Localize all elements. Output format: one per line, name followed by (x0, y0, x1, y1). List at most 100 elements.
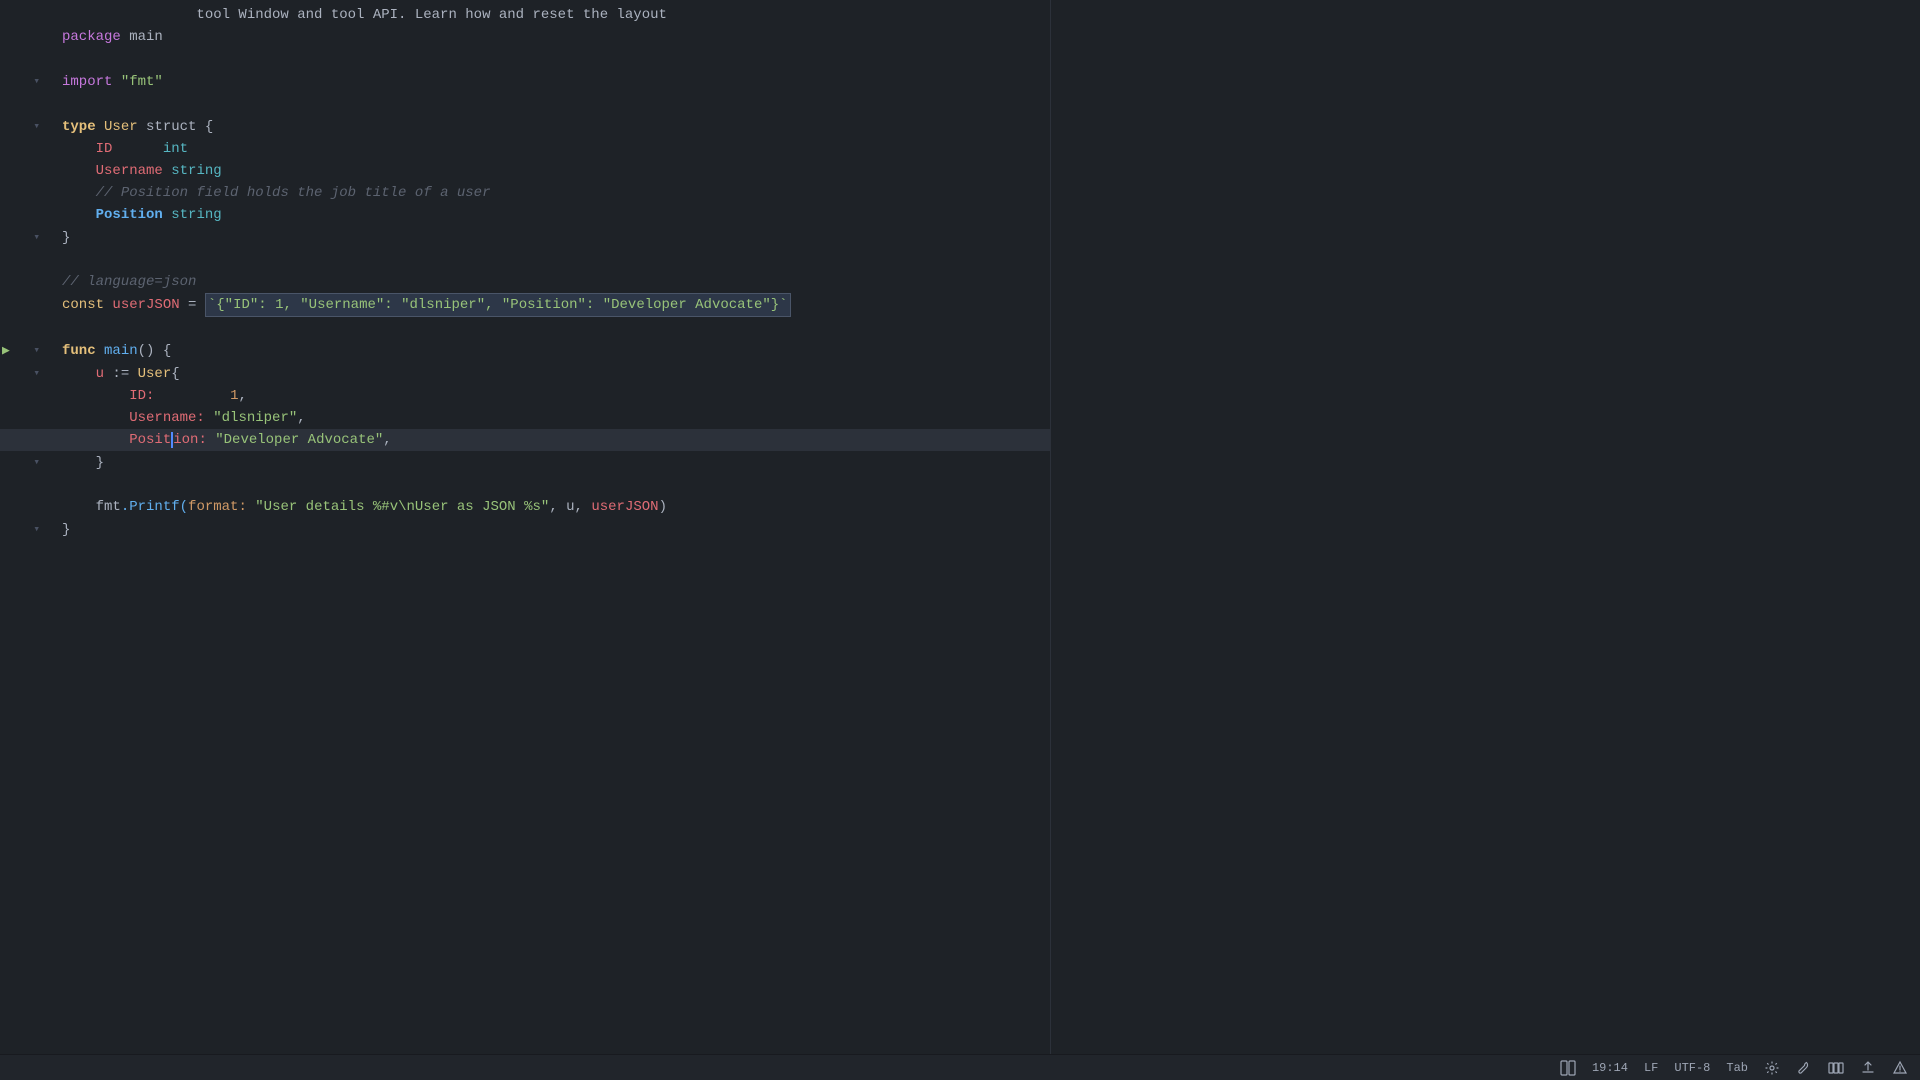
status-warning[interactable] (1892, 1060, 1908, 1076)
line-row (0, 249, 1050, 271)
code-token (205, 407, 213, 429)
settings-icon (1764, 1060, 1780, 1076)
fold-icon (33, 339, 40, 362)
line-content: } (50, 226, 70, 249)
right-panel (1050, 0, 1920, 1054)
line-row: package main (0, 26, 1050, 48)
code-token: struct { (138, 116, 214, 138)
code-token: "User details %#v\nUser as JSON %s" (255, 496, 549, 518)
line-row: Username: "dlsniper", (0, 407, 1050, 429)
line-content: package main (50, 26, 163, 48)
wrench-icon (1796, 1060, 1812, 1076)
encoding-text: UTF-8 (1674, 1061, 1710, 1075)
code-token (96, 116, 104, 138)
line-content (50, 93, 70, 115)
line-content: ID: 1, (50, 385, 247, 407)
line-ending[interactable]: LF (1644, 1061, 1658, 1075)
status-layout-icon[interactable] (1560, 1060, 1576, 1076)
code-token: ID (96, 138, 113, 160)
code-token (62, 407, 129, 429)
fold-icon (33, 70, 40, 93)
code-token: u (96, 363, 104, 385)
status-settings[interactable] (1764, 1060, 1780, 1076)
line-row (0, 93, 1050, 115)
status-upload[interactable] (1860, 1060, 1876, 1076)
code-token: = (180, 294, 205, 316)
code-token: format: (188, 496, 247, 518)
line-content (50, 474, 70, 496)
code-token: fmt (96, 496, 121, 518)
code-token: type (62, 116, 96, 138)
code-token (62, 204, 96, 226)
code-token (62, 138, 96, 160)
line-number (0, 496, 50, 518)
run-icon[interactable]: ▶ (2, 340, 10, 362)
code-token: } (62, 227, 70, 249)
indent-text: Tab (1726, 1061, 1748, 1075)
line-number (0, 138, 50, 160)
line-row: ID int (0, 138, 1050, 160)
indent-type[interactable]: Tab (1726, 1061, 1748, 1075)
line-content: // language=json (50, 271, 196, 293)
line-number (0, 451, 50, 474)
code-token (62, 385, 129, 407)
line-content: Position string (50, 204, 222, 226)
line-row: // Position field holds the job title of… (0, 182, 1050, 204)
code-token: , (383, 429, 391, 451)
line-row: type User struct { (0, 115, 1050, 138)
code-lines: tool Window and tool API. Learn how and … (0, 0, 1050, 545)
line-number (0, 182, 50, 204)
line-number (0, 4, 50, 26)
line-number (0, 160, 50, 182)
code-token: Username: (129, 407, 205, 429)
line-row: ID: 1, (0, 385, 1050, 407)
line-row (0, 317, 1050, 339)
line-content (50, 249, 70, 271)
code-token: string (171, 160, 221, 182)
line-number (0, 407, 50, 429)
code-token: string (171, 204, 221, 226)
code-token: "fmt" (121, 71, 163, 93)
status-wrench[interactable] (1796, 1060, 1812, 1076)
code-token: 1 (230, 385, 238, 407)
fold-icon (33, 226, 40, 249)
code-token (163, 204, 171, 226)
code-token: main (121, 26, 163, 48)
code-token (112, 138, 162, 160)
code-area[interactable]: tool Window and tool API. Learn how and … (0, 0, 1050, 1054)
code-token: := (104, 363, 138, 385)
line-content: Position: "Developer Advocate", (50, 429, 392, 451)
code-token: } (62, 519, 70, 541)
encoding[interactable]: UTF-8 (1674, 1061, 1710, 1075)
code-token: main (104, 340, 138, 362)
line-content: Username: "dlsniper", (50, 407, 306, 429)
line-number (0, 115, 50, 138)
line-content: Username string (50, 160, 222, 182)
line-content (50, 48, 70, 70)
status-bar: 19:14 LF UTF-8 Tab (0, 1054, 1920, 1080)
code-token (112, 71, 120, 93)
line-number (0, 385, 50, 407)
code-token: Username (96, 160, 163, 182)
fold-icon (33, 362, 40, 385)
code-token (62, 160, 96, 182)
line-row: import "fmt" (0, 70, 1050, 93)
code-token: "dlsniper" (213, 407, 297, 429)
status-columns[interactable] (1828, 1060, 1844, 1076)
code-token: User (104, 116, 138, 138)
line-content: import "fmt" (50, 70, 163, 93)
fold-icon (33, 115, 40, 138)
line-row: fmt.Printf(format: "User details %#v\nUs… (0, 496, 1050, 518)
fold-icon (33, 518, 40, 541)
line-number (0, 317, 50, 339)
code-token (62, 4, 196, 26)
line-content: } (50, 518, 70, 541)
code-token: , (238, 385, 246, 407)
line-number (0, 293, 50, 317)
code-token (62, 496, 96, 518)
code-token: userJSON (591, 496, 658, 518)
line-number (0, 204, 50, 226)
warning-icon (1892, 1060, 1908, 1076)
fold-icon (33, 451, 40, 474)
code-token: userJSON (112, 294, 179, 316)
